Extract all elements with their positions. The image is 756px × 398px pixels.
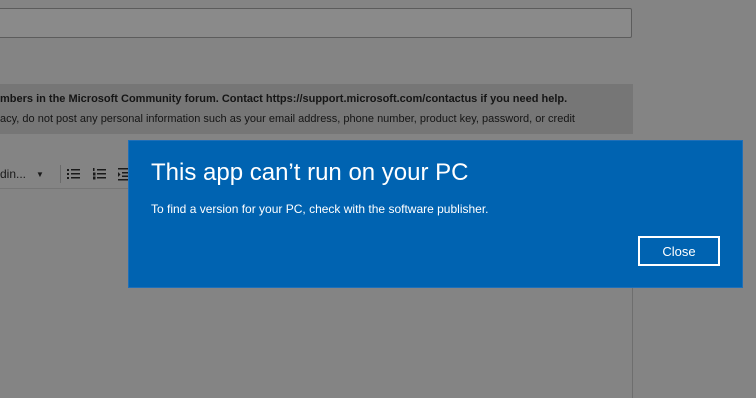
title-input[interactable] — [0, 8, 632, 38]
error-dialog: This app can’t run on your PC To find a … — [129, 141, 742, 287]
notice-line-1: mbers in the Microsoft Community forum. … — [0, 93, 568, 105]
format-dropdown-label: din... — [0, 167, 27, 181]
numbered-list-icon[interactable] — [92, 165, 108, 183]
caret-down-icon: ▼ — [36, 169, 44, 179]
close-button[interactable]: Close — [638, 236, 720, 266]
notice-banner: mbers in the Microsoft Community forum. … — [0, 84, 633, 134]
format-dropdown[interactable]: din... ▼ — [0, 165, 44, 183]
bullet-list-icon[interactable] — [66, 165, 82, 183]
dialog-message: To find a version for your PC, check wit… — [151, 202, 489, 216]
notice-line-2: acy, do not post any personal informatio… — [0, 113, 575, 125]
dialog-title: This app can’t run on your PC — [151, 159, 469, 186]
page-background: mbers in the Microsoft Community forum. … — [0, 0, 756, 398]
toolbar-separator — [60, 165, 61, 183]
